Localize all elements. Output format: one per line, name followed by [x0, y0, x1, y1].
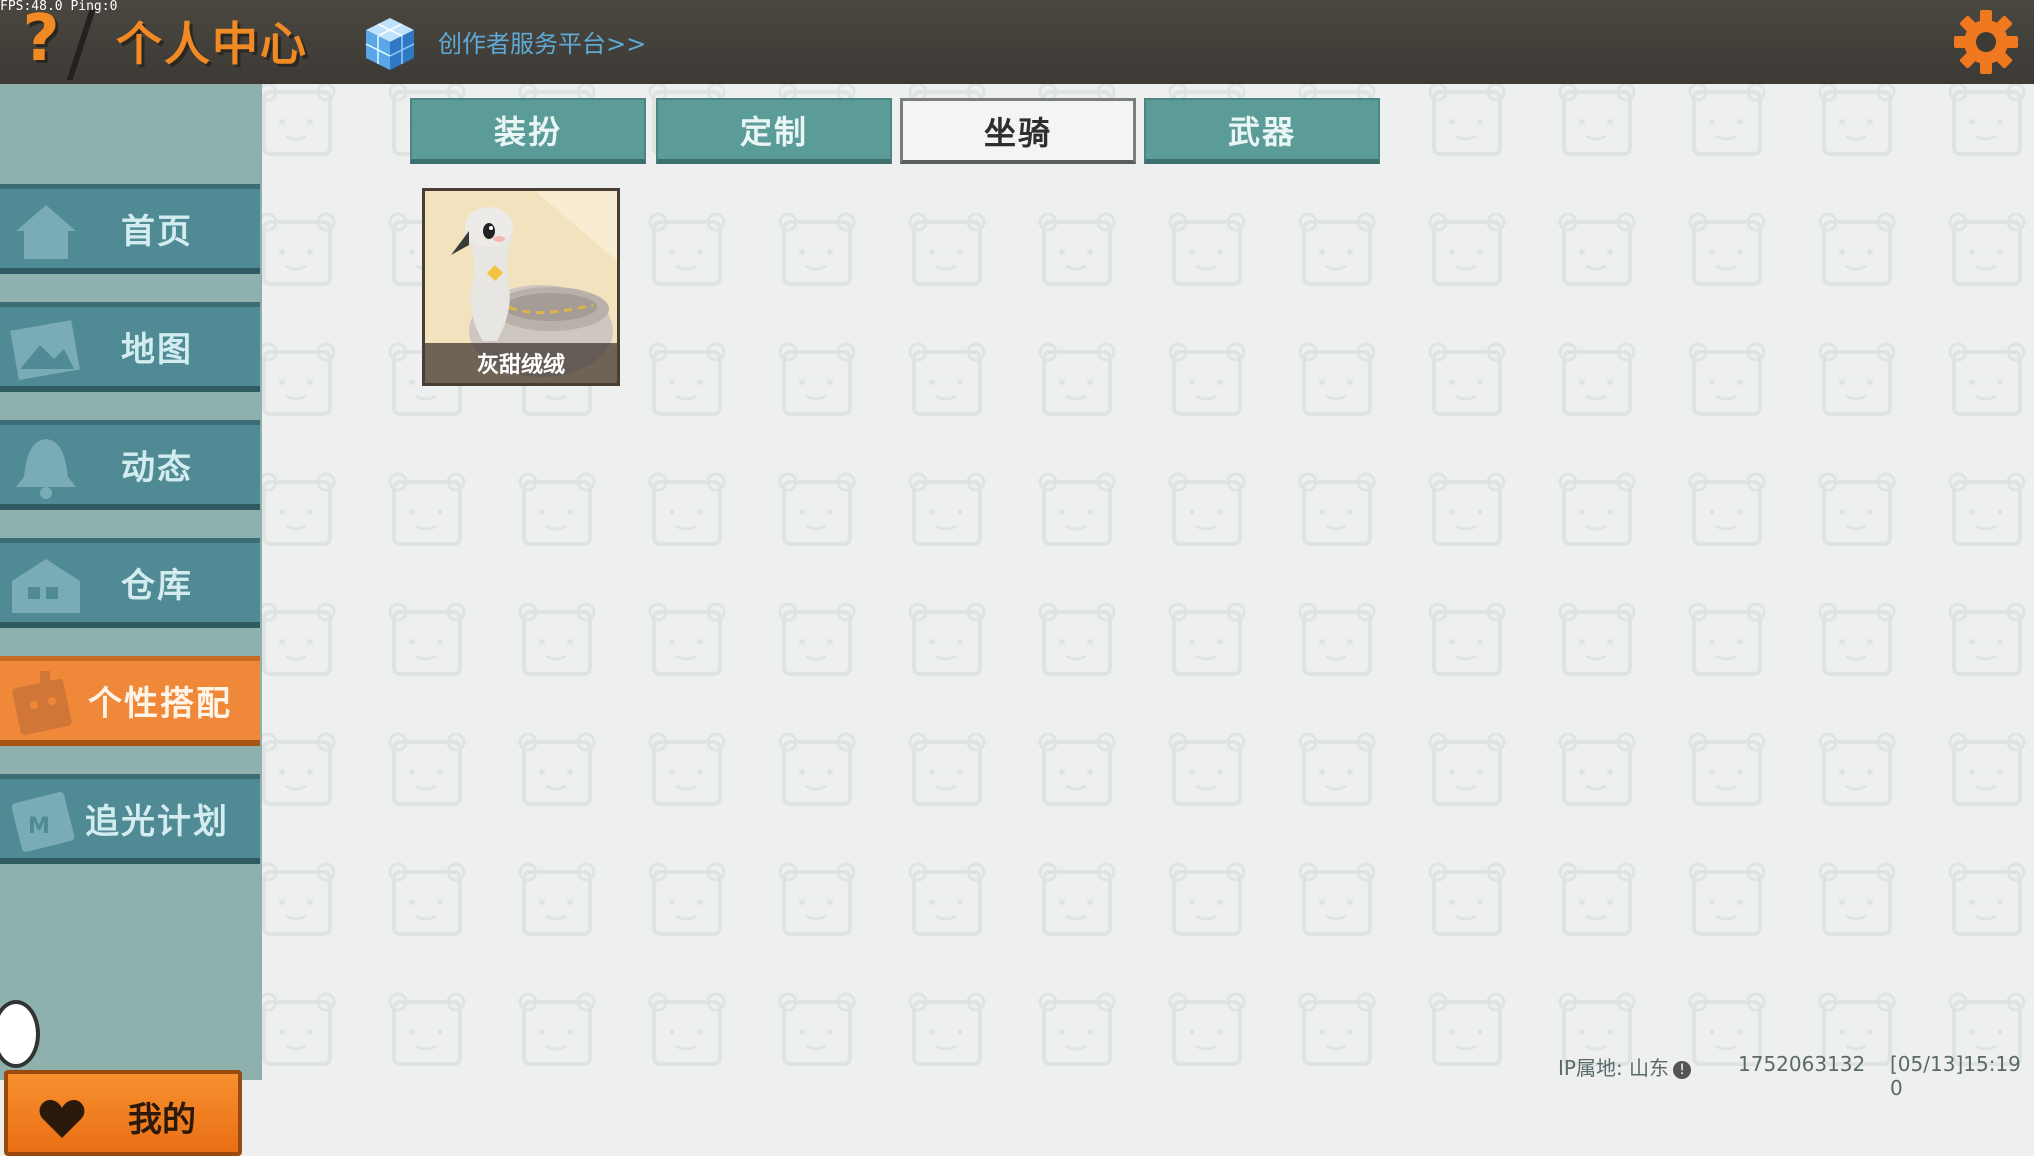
- sidebar-item-label: 地图: [121, 330, 193, 370]
- tab-mount[interactable]: 坐骑: [900, 98, 1136, 164]
- mine-button-label: 我的: [128, 1100, 196, 1140]
- sidebar-item-home[interactable]: 首页: [0, 184, 260, 274]
- page-title: 个人中心: [116, 17, 308, 71]
- tab-weapon[interactable]: 武器: [1144, 98, 1380, 164]
- sidebar-item-outfit[interactable]: 个性搭配: [0, 656, 260, 746]
- mine-button[interactable]: 我的: [4, 1070, 242, 1156]
- creator-cube-icon[interactable]: [362, 14, 418, 74]
- main-content: 装扮 定制 坐骑 武器 灰甜绒绒: [262, 84, 2034, 1080]
- sidebar-item-label: 追光计划: [85, 802, 229, 842]
- sidebar: 首页 地图 动态 仓库 个性搭配 M 追光计划 我的: [0, 84, 262, 1156]
- gear-icon[interactable]: [1952, 8, 2020, 76]
- ip-location: IP属地: 山东!: [1558, 1052, 1692, 1081]
- sidebar-item-label: 首页: [121, 212, 193, 252]
- sidebar-item-label: 个性搭配: [88, 684, 232, 724]
- sidebar-item-warehouse[interactable]: 仓库: [0, 538, 260, 628]
- sidebar-item-activity[interactable]: 动态: [0, 420, 260, 510]
- sidebar-item-chase-light-plan[interactable]: M 追光计划: [0, 774, 260, 864]
- timestamp: [05/13]15:19 0: [1890, 1052, 2021, 1100]
- item-name: 灰甜绒绒: [425, 343, 617, 383]
- creator-platform-link[interactable]: 创作者服务平台>>: [438, 24, 646, 59]
- sidebar-item-label: 仓库: [121, 566, 193, 606]
- help-icon[interactable]: ?: [18, 6, 64, 72]
- title-divider: [66, 10, 96, 80]
- category-tabs: 装扮 定制 坐骑 武器: [410, 98, 1410, 164]
- item-card[interactable]: 灰甜绒绒: [422, 188, 620, 386]
- heart-icon: [39, 1100, 85, 1138]
- sidebar-item-label: 动态: [121, 448, 193, 488]
- tab-custom[interactable]: 定制: [656, 98, 892, 164]
- user-id: 1752063132: [1738, 1052, 1866, 1076]
- ip-location-text: IP属地: 山东: [1558, 1056, 1670, 1080]
- info-icon[interactable]: !: [1673, 1060, 1692, 1079]
- sidebar-item-map[interactable]: 地图: [0, 302, 260, 392]
- tab-costume[interactable]: 装扮: [410, 98, 646, 164]
- top-bar: FPS:48.0 Ping:0 ? 个人中心 创作者服务平台>>: [0, 0, 2034, 84]
